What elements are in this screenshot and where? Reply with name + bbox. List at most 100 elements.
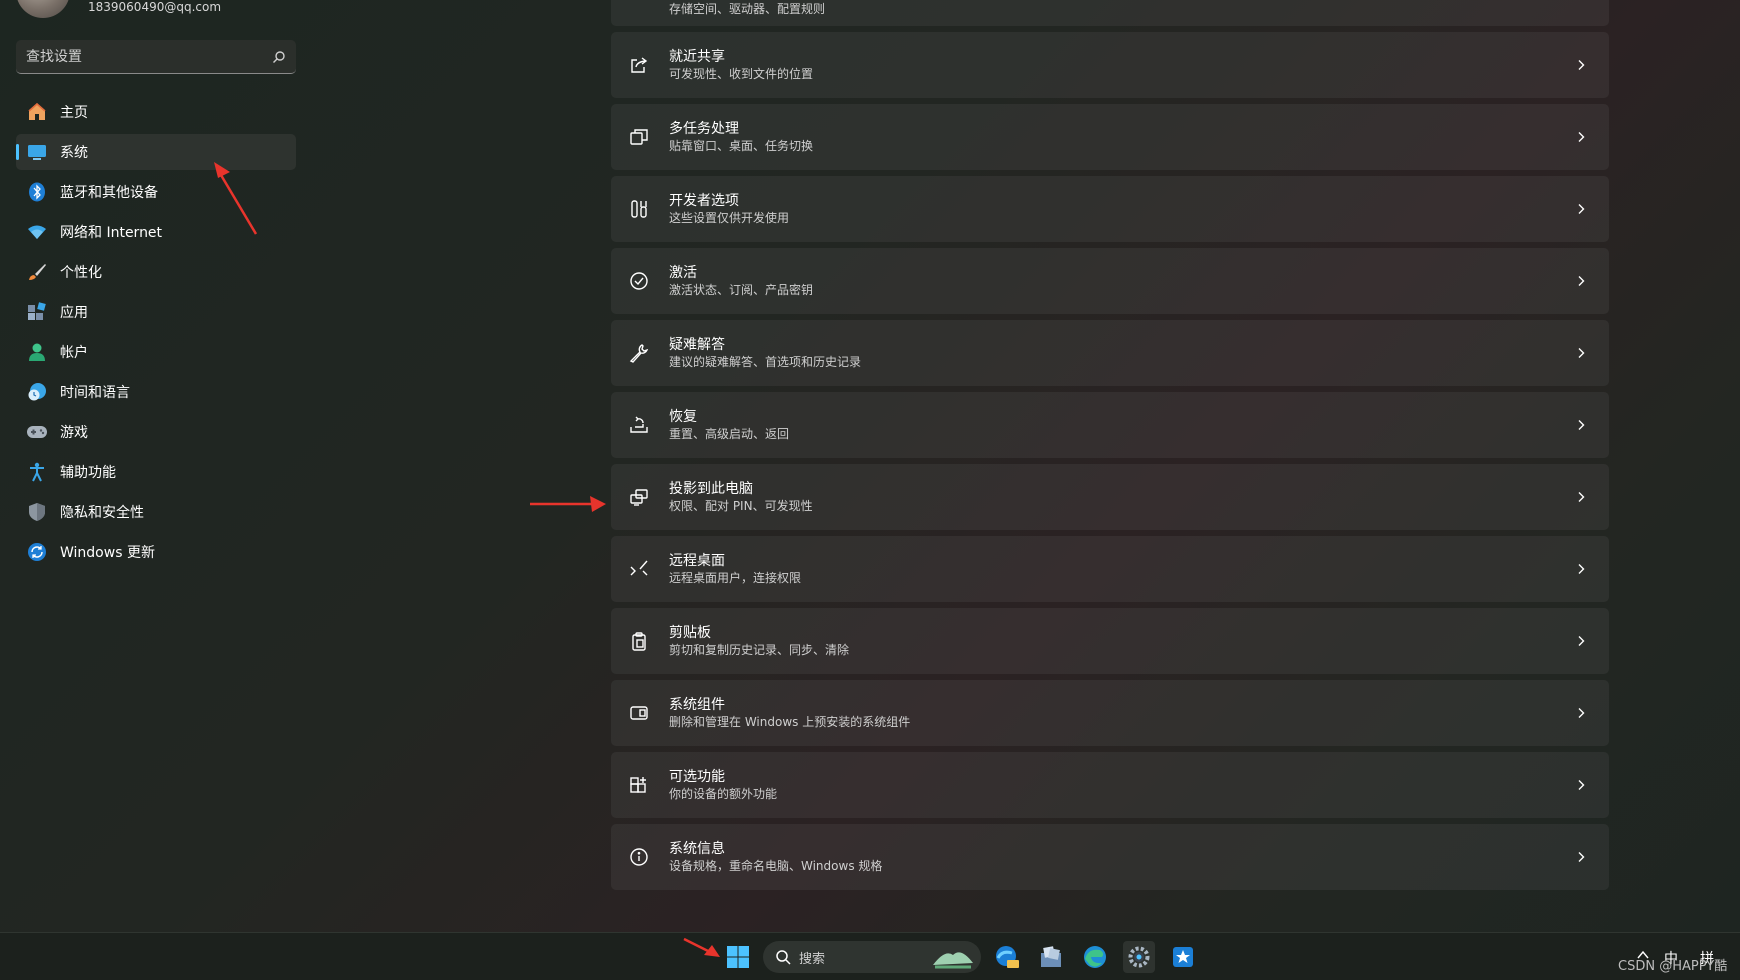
avatar[interactable]: [16, 0, 70, 18]
sidebar-item-accessibility[interactable]: 辅助功能: [16, 454, 296, 490]
optional-features-icon: [628, 774, 650, 796]
start-icon: [727, 946, 749, 968]
sidebar-item-label: 时间和语言: [60, 385, 130, 401]
settings-card-system-components[interactable]: 系统组件 删除和管理在 Windows 上预安装的系统组件: [611, 680, 1609, 746]
card-title: 就近共享: [669, 49, 725, 65]
sidebar-item-label: 辅助功能: [60, 465, 116, 481]
card-subtitle: 这些设置仅供开发使用: [669, 211, 790, 225]
gamepad-icon: [26, 421, 48, 443]
recovery-icon: [628, 414, 650, 436]
card-title: 远程桌面: [669, 553, 725, 569]
sidebar-item-label: 应用: [60, 305, 88, 321]
components-icon: [628, 702, 650, 724]
shield-icon: [26, 501, 48, 523]
sidebar: 1839060490@qq.com 主页 系统: [0, 0, 310, 932]
settings-card-storage[interactable]: 存储空间、驱动器、配置规则: [611, 0, 1609, 26]
chevron-right-icon: [1578, 852, 1585, 862]
card-subtitle: 重置、高级启动、返回: [669, 427, 790, 441]
taskbar-app-edge[interactable]: [1079, 941, 1111, 973]
sidebar-item-time-language[interactable]: 时间和语言: [16, 374, 296, 410]
card-subtitle: 权限、配对 PIN、可发现性: [669, 499, 813, 513]
settings-card-remote-desktop[interactable]: 远程桌面 远程桌面用户，连接权限: [611, 536, 1609, 602]
sidebar-item-label: 游戏: [60, 425, 88, 441]
annotation-arrow-project: [530, 496, 606, 512]
annotation-arrow-system: [214, 162, 258, 235]
wrench-icon: [628, 342, 650, 364]
taskbar-search[interactable]: 搜索: [763, 941, 981, 973]
card-title: 疑难解答: [669, 337, 725, 353]
settings-window: 1839060490@qq.com 主页 系统: [0, 0, 1740, 932]
search-box[interactable]: [16, 40, 296, 74]
chevron-right-icon: [1578, 204, 1585, 214]
settings-card-developer-options[interactable]: 开发者选项 这些设置仅供开发使用: [611, 176, 1609, 242]
taskbar-search-label: 搜索: [799, 951, 826, 967]
bluetooth-icon: [26, 181, 48, 203]
taskbar-app-settings[interactable]: [1123, 941, 1155, 973]
settings-card-clipboard[interactable]: 剪贴板 剪切和复制历史记录、同步、清除: [611, 608, 1609, 674]
card-title: 恢复: [669, 409, 697, 425]
project-icon: [628, 486, 650, 508]
card-subtitle: 激活状态、订阅、产品密钥: [669, 283, 814, 297]
sidebar-item-label: 隐私和安全性: [60, 505, 144, 521]
settings-card-activation[interactable]: 激活 激活状态、订阅、产品密钥: [611, 248, 1609, 314]
card-subtitle: 远程桌面用户，连接权限: [669, 571, 802, 585]
settings-card-optional-features[interactable]: 可选功能 你的设备的额外功能: [611, 752, 1609, 818]
search-icon[interactable]: [272, 50, 286, 64]
sidebar-item-gaming[interactable]: 游戏: [16, 414, 296, 450]
card-subtitle: 剪切和复制历史记录、同步、清除: [669, 643, 850, 657]
annotation-arrow-start: [683, 937, 720, 957]
card-title: 投影到此电脑: [669, 481, 753, 497]
sidebar-item-label: 帐户: [60, 345, 88, 361]
sidebar-item-apps[interactable]: 应用: [16, 294, 296, 330]
search-highlight-icon: [933, 952, 973, 969]
chevron-right-icon: [1578, 492, 1585, 502]
edge-icon: [1084, 946, 1106, 968]
chevron-right-icon: [1578, 636, 1585, 646]
chevron-right-icon: [1578, 60, 1585, 70]
chevron-right-icon: [1578, 420, 1585, 430]
card-subtitle: 存储空间、驱动器、配置规则: [669, 2, 826, 16]
settings-card-system-info[interactable]: 系统信息 设备规格，重命名电脑、Windows 规格: [611, 824, 1609, 890]
chevron-right-icon: [1578, 564, 1585, 574]
account-icon: [26, 341, 48, 363]
sidebar-item-home[interactable]: 主页: [16, 94, 296, 130]
settings-card-nearby-sharing[interactable]: 就近共享 可发现性、收到文件的位置: [611, 32, 1609, 98]
chevron-right-icon: [1578, 708, 1585, 718]
file-manager-icon: [1041, 946, 1061, 967]
update-icon: [26, 541, 48, 563]
card-title: 剪贴板: [669, 625, 711, 641]
watermark: CSDN @HAPPY酷: [1618, 959, 1728, 974]
sidebar-item-accounts[interactable]: 帐户: [16, 334, 296, 370]
remote-desktop-icon: [628, 558, 650, 580]
taskbar-app-edge-beta[interactable]: [991, 941, 1023, 973]
sidebar-item-label: 网络和 Internet: [60, 225, 163, 241]
info-icon: [628, 846, 650, 868]
clipboard-icon: [628, 630, 650, 652]
sidebar-item-personalization[interactable]: 个性化: [16, 254, 296, 290]
sidebar-item-label: Windows 更新: [60, 545, 155, 561]
taskbar-app-file-manager[interactable]: [1035, 941, 1067, 973]
card-title: 系统组件: [669, 697, 725, 713]
search-icon: [776, 950, 791, 965]
start-button[interactable]: [722, 941, 754, 973]
settings-card-recovery[interactable]: 恢复 重置、高级启动、返回: [611, 392, 1609, 458]
edge-beta-icon: [996, 946, 1019, 968]
accessibility-icon: [26, 461, 48, 483]
multitask-icon: [628, 126, 650, 148]
account-header[interactable]: 1839060490@qq.com: [16, 0, 221, 18]
sidebar-item-label: 蓝牙和其他设备: [60, 185, 158, 201]
search-input[interactable]: [26, 48, 272, 65]
taskbar-app-pinned[interactable]: [1167, 941, 1199, 973]
sidebar-item-privacy[interactable]: 隐私和安全性: [16, 494, 296, 530]
developer-tools-icon: [628, 198, 650, 220]
settings-card-troubleshoot[interactable]: 疑难解答 建议的疑难解答、首选项和历史记录: [611, 320, 1609, 386]
share-icon: [628, 54, 650, 76]
chevron-right-icon: [1578, 132, 1585, 142]
chevron-right-icon: [1578, 780, 1585, 790]
settings-card-multitasking[interactable]: 多任务处理 贴靠窗口、桌面、任务切换: [611, 104, 1609, 170]
card-title: 系统信息: [669, 841, 725, 857]
sidebar-item-windows-update[interactable]: Windows 更新: [16, 534, 296, 570]
card-title: 可选功能: [669, 769, 725, 785]
pinned-app-icon: [1173, 947, 1193, 967]
settings-card-project-to-pc[interactable]: 投影到此电脑 权限、配对 PIN、可发现性: [611, 464, 1609, 530]
